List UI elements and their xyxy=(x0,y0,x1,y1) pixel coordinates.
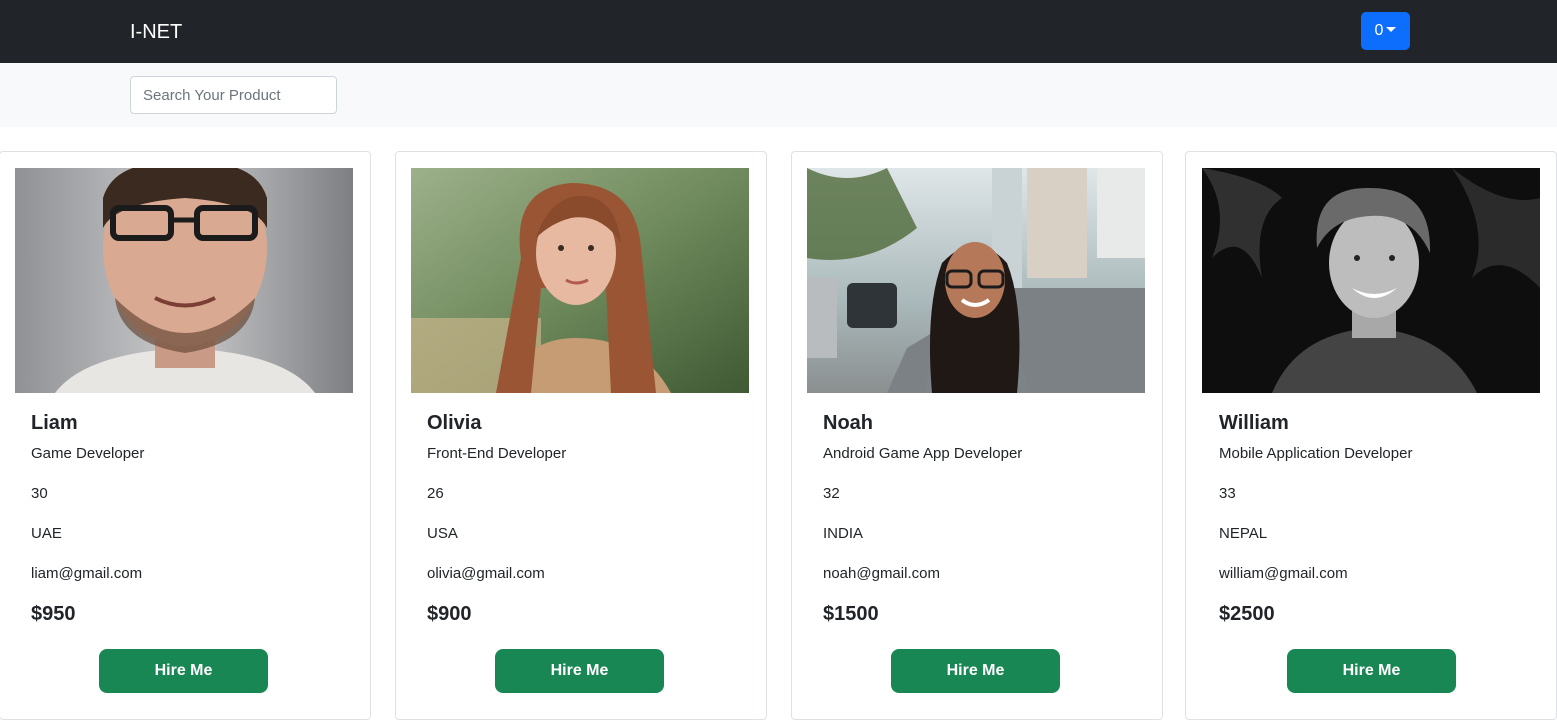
search-input[interactable] xyxy=(130,76,337,114)
portrait-image xyxy=(411,168,749,393)
profile-age: 32 xyxy=(823,485,840,502)
hire-me-button[interactable]: Hire Me xyxy=(99,649,268,693)
profile-name: Olivia xyxy=(427,412,482,434)
profile-role: Front-End Developer xyxy=(427,445,567,462)
profile-role: Game Developer xyxy=(31,445,145,462)
navbar: I-NET 0 xyxy=(0,0,1557,63)
profile-price: $2500 xyxy=(1219,603,1275,625)
hire-me-button[interactable]: Hire Me xyxy=(1287,649,1456,693)
profile-email: olivia@gmail.com xyxy=(427,565,545,582)
profile-name: William xyxy=(1219,412,1289,434)
profile-card: Liam Game Developer 30 UAE liam@gmail.co… xyxy=(0,151,371,720)
profile-photo xyxy=(411,168,749,393)
profile-country: UAE xyxy=(31,525,62,542)
profile-card: Olivia Front-End Developer 26 USA olivia… xyxy=(395,151,767,720)
profile-age: 33 xyxy=(1219,485,1236,502)
profile-country: INDIA xyxy=(823,525,864,542)
search-bar xyxy=(0,63,1557,127)
portrait-image xyxy=(15,168,353,393)
profile-price: $1500 xyxy=(823,603,879,625)
profile-photo xyxy=(15,168,353,393)
profile-name: Noah xyxy=(823,412,873,434)
profile-photo xyxy=(1202,168,1540,393)
profile-country: NEPAL xyxy=(1219,525,1268,542)
profile-role: Mobile Application Developer xyxy=(1219,445,1413,462)
profile-name: Liam xyxy=(31,412,78,434)
caret-down-icon xyxy=(1386,27,1397,32)
hire-me-button[interactable]: Hire Me xyxy=(891,649,1060,693)
profile-age: 26 xyxy=(427,485,444,502)
profile-price: $950 xyxy=(31,603,76,625)
portrait-image xyxy=(807,168,1145,393)
portrait-image xyxy=(1202,168,1540,393)
profile-photo xyxy=(807,168,1145,393)
cart-count: 0 xyxy=(1374,22,1384,39)
profile-email: liam@gmail.com xyxy=(31,565,143,582)
brand-logo[interactable]: I-NET xyxy=(130,20,182,44)
profile-role: Android Game App Developer xyxy=(823,445,1023,462)
hire-me-button[interactable]: Hire Me xyxy=(495,649,664,693)
cart-dropdown-button[interactable]: 0 xyxy=(1361,12,1410,50)
profile-age: 30 xyxy=(31,485,48,502)
profile-email: noah@gmail.com xyxy=(823,565,940,582)
profile-card: William Mobile Application Developer 33 … xyxy=(1185,151,1557,720)
profile-email: william@gmail.com xyxy=(1219,565,1348,582)
profile-card: Noah Android Game App Developer 32 INDIA… xyxy=(791,151,1163,720)
profile-country: USA xyxy=(427,525,458,542)
profile-price: $900 xyxy=(427,603,472,625)
